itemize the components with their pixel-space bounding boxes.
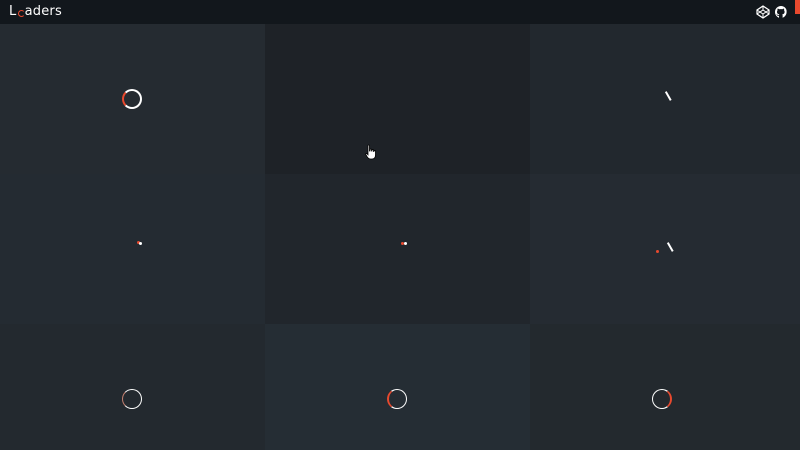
ring-spinner (122, 389, 142, 409)
brand-o: o (16, 3, 26, 21)
loader-cell-2[interactable] (265, 24, 672, 174)
hand-cursor-icon (365, 144, 376, 160)
dot-spinner-white (404, 242, 407, 245)
github-icon[interactable] (774, 5, 788, 19)
loader-cell-1[interactable] (0, 24, 266, 174)
loader-cell-8[interactable] (265, 324, 531, 450)
codepen-icon[interactable] (756, 5, 770, 19)
dot-spinner-white (139, 242, 142, 245)
app-logo[interactable]: Loaders (9, 3, 62, 21)
ring-spinner (387, 389, 407, 409)
dot-spinner-red (656, 250, 659, 253)
top-bar: Loaders (0, 0, 800, 24)
brand-suffix: aders (24, 4, 62, 19)
dash-spinner (666, 240, 678, 252)
accent-bar (795, 0, 800, 14)
dash-spinner (664, 89, 676, 101)
loader-cell-6[interactable] (530, 174, 800, 324)
brand-prefix: L (9, 4, 17, 19)
loader-cell-9[interactable] (530, 324, 800, 450)
ring-spinner (652, 389, 672, 409)
loader-cell-5[interactable] (265, 174, 531, 324)
ring-spinner (122, 89, 142, 109)
loader-cell-7[interactable] (0, 324, 266, 450)
loader-cell-3[interactable] (530, 24, 800, 174)
loader-cell-4[interactable] (0, 174, 266, 324)
loaders-grid (0, 24, 800, 450)
